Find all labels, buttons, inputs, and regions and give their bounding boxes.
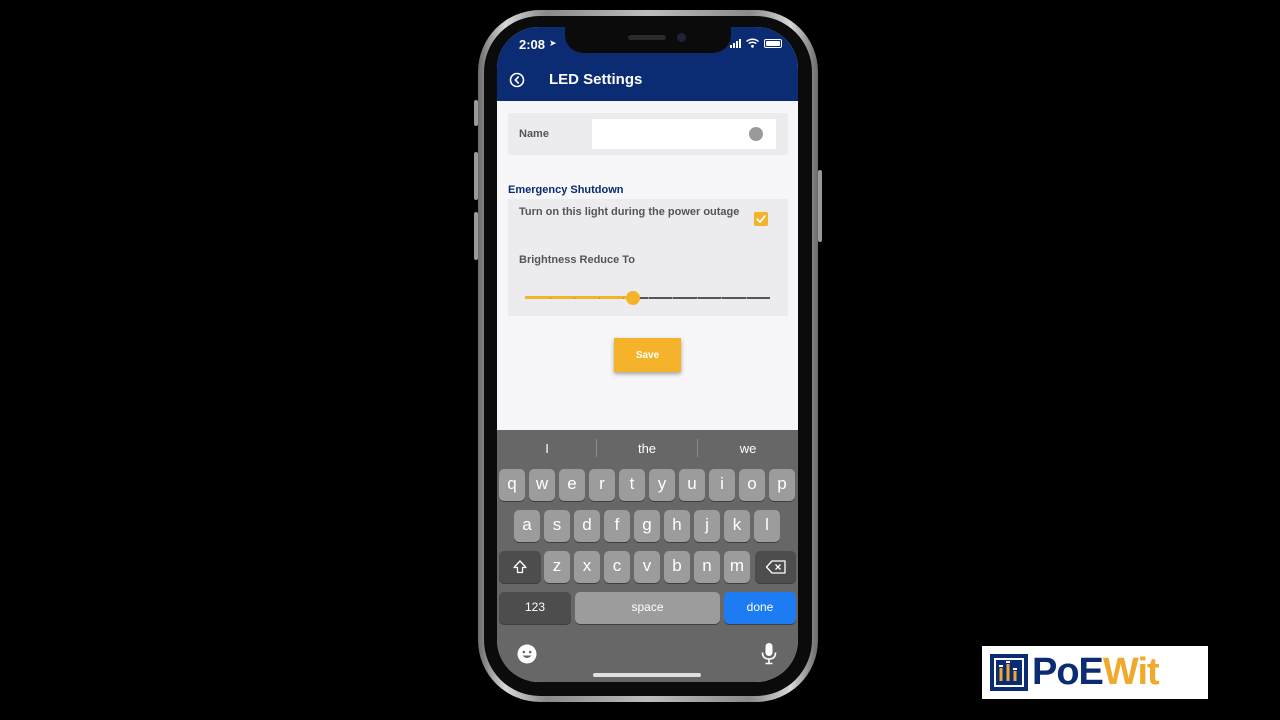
brand-name-wit: Wit xyxy=(1102,651,1160,693)
brightness-label: Brightness Reduce To xyxy=(519,254,635,266)
key-f[interactable]: f xyxy=(604,510,630,542)
video-frame: 2:08 ➤ LED Settings Name Emergency Shutd… xyxy=(0,0,1280,720)
notch xyxy=(565,27,731,53)
power-outage-label: Turn on this light during the power outa… xyxy=(519,206,740,218)
key-h[interactable]: h xyxy=(664,510,690,542)
name-label: Name xyxy=(519,128,549,140)
battery-icon xyxy=(764,38,782,48)
back-arrow-circle-icon[interactable] xyxy=(509,72,525,88)
brand-name-poe: PoE xyxy=(1032,651,1104,693)
slider-fill xyxy=(525,296,633,299)
brand-name: PoEWit xyxy=(1032,651,1160,693)
status-icons xyxy=(730,38,782,48)
phone-screen: 2:08 ➤ LED Settings Name Emergency Shutd… xyxy=(497,27,798,682)
key-o[interactable]: o xyxy=(739,469,765,501)
section-title-emergency: Emergency Shutdown xyxy=(508,184,624,196)
earpiece-speaker xyxy=(628,35,666,40)
key-y[interactable]: y xyxy=(649,469,675,501)
suggestion-bar: I the we xyxy=(497,430,798,466)
brightness-slider[interactable] xyxy=(525,290,770,306)
shift-key[interactable] xyxy=(499,551,541,583)
key-e[interactable]: e xyxy=(559,469,585,501)
key-n[interactable]: n xyxy=(694,551,720,583)
key-q[interactable]: q xyxy=(499,469,525,501)
page-title: LED Settings xyxy=(549,71,643,88)
key-b[interactable]: b xyxy=(664,551,690,583)
key-s[interactable]: s xyxy=(544,510,570,542)
slider-tick xyxy=(623,297,624,299)
key-l[interactable]: l xyxy=(754,510,780,542)
space-key[interactable]: space xyxy=(575,592,720,624)
shift-arrow-icon xyxy=(513,560,527,574)
slider-tick xyxy=(574,297,575,299)
front-camera xyxy=(677,33,686,42)
name-row: Name xyxy=(508,113,788,155)
status-bar: 2:08 ➤ xyxy=(497,27,798,60)
volume-up-button xyxy=(474,152,478,200)
cellular-signal-icon xyxy=(730,38,741,48)
emoji-icon[interactable] xyxy=(516,643,538,665)
power-button xyxy=(818,170,822,242)
slider-tick xyxy=(672,297,673,299)
key-v[interactable]: v xyxy=(634,551,660,583)
key-k[interactable]: k xyxy=(724,510,750,542)
app-header: LED Settings xyxy=(497,60,798,101)
emergency-card: Turn on this light during the power outa… xyxy=(508,199,788,316)
slider-thumb[interactable] xyxy=(626,291,640,305)
done-key[interactable]: done xyxy=(724,592,796,624)
key-r[interactable]: r xyxy=(589,469,615,501)
suggestion-item[interactable]: we xyxy=(698,441,798,456)
numbers-key[interactable]: 123 xyxy=(499,592,571,624)
key-w[interactable]: w xyxy=(529,469,555,501)
home-indicator xyxy=(593,673,701,677)
volume-down-button xyxy=(474,212,478,260)
suggestion-item[interactable]: I xyxy=(497,441,597,456)
keyboard: I the we qwertyuiop asdfghjkl zxcvbnm 12… xyxy=(497,430,798,682)
slider-tick xyxy=(746,297,747,299)
key-p[interactable]: p xyxy=(769,469,795,501)
microphone-icon[interactable] xyxy=(760,642,778,666)
location-arrow-icon: ➤ xyxy=(549,38,557,48)
mute-switch xyxy=(474,100,478,126)
slider-tick xyxy=(721,297,722,299)
key-u[interactable]: u xyxy=(679,469,705,501)
poewit-emblem-icon xyxy=(990,654,1028,691)
power-outage-checkbox[interactable] xyxy=(754,212,768,226)
wifi-icon xyxy=(746,38,759,48)
slider-tick xyxy=(599,297,600,299)
checkmark-icon xyxy=(756,215,766,223)
suggestion-item[interactable]: the xyxy=(597,441,697,456)
key-x[interactable]: x xyxy=(574,551,600,583)
key-t[interactable]: t xyxy=(619,469,645,501)
save-button[interactable]: Save xyxy=(614,338,681,372)
slider-tick xyxy=(550,297,551,299)
slider-tick xyxy=(697,297,698,299)
key-z[interactable]: z xyxy=(544,551,570,583)
key-i[interactable]: i xyxy=(709,469,735,501)
slider-tick xyxy=(648,297,649,299)
status-time: 2:08 xyxy=(519,37,546,52)
text-cursor-handle xyxy=(749,127,763,141)
key-c[interactable]: c xyxy=(604,551,630,583)
backspace-icon xyxy=(765,560,786,574)
backspace-key[interactable] xyxy=(755,551,796,583)
brand-logo: PoEWit xyxy=(982,646,1208,699)
key-m[interactable]: m xyxy=(724,551,750,583)
key-g[interactable]: g xyxy=(634,510,660,542)
key-j[interactable]: j xyxy=(694,510,720,542)
key-d[interactable]: d xyxy=(574,510,600,542)
key-a[interactable]: a xyxy=(514,510,540,542)
